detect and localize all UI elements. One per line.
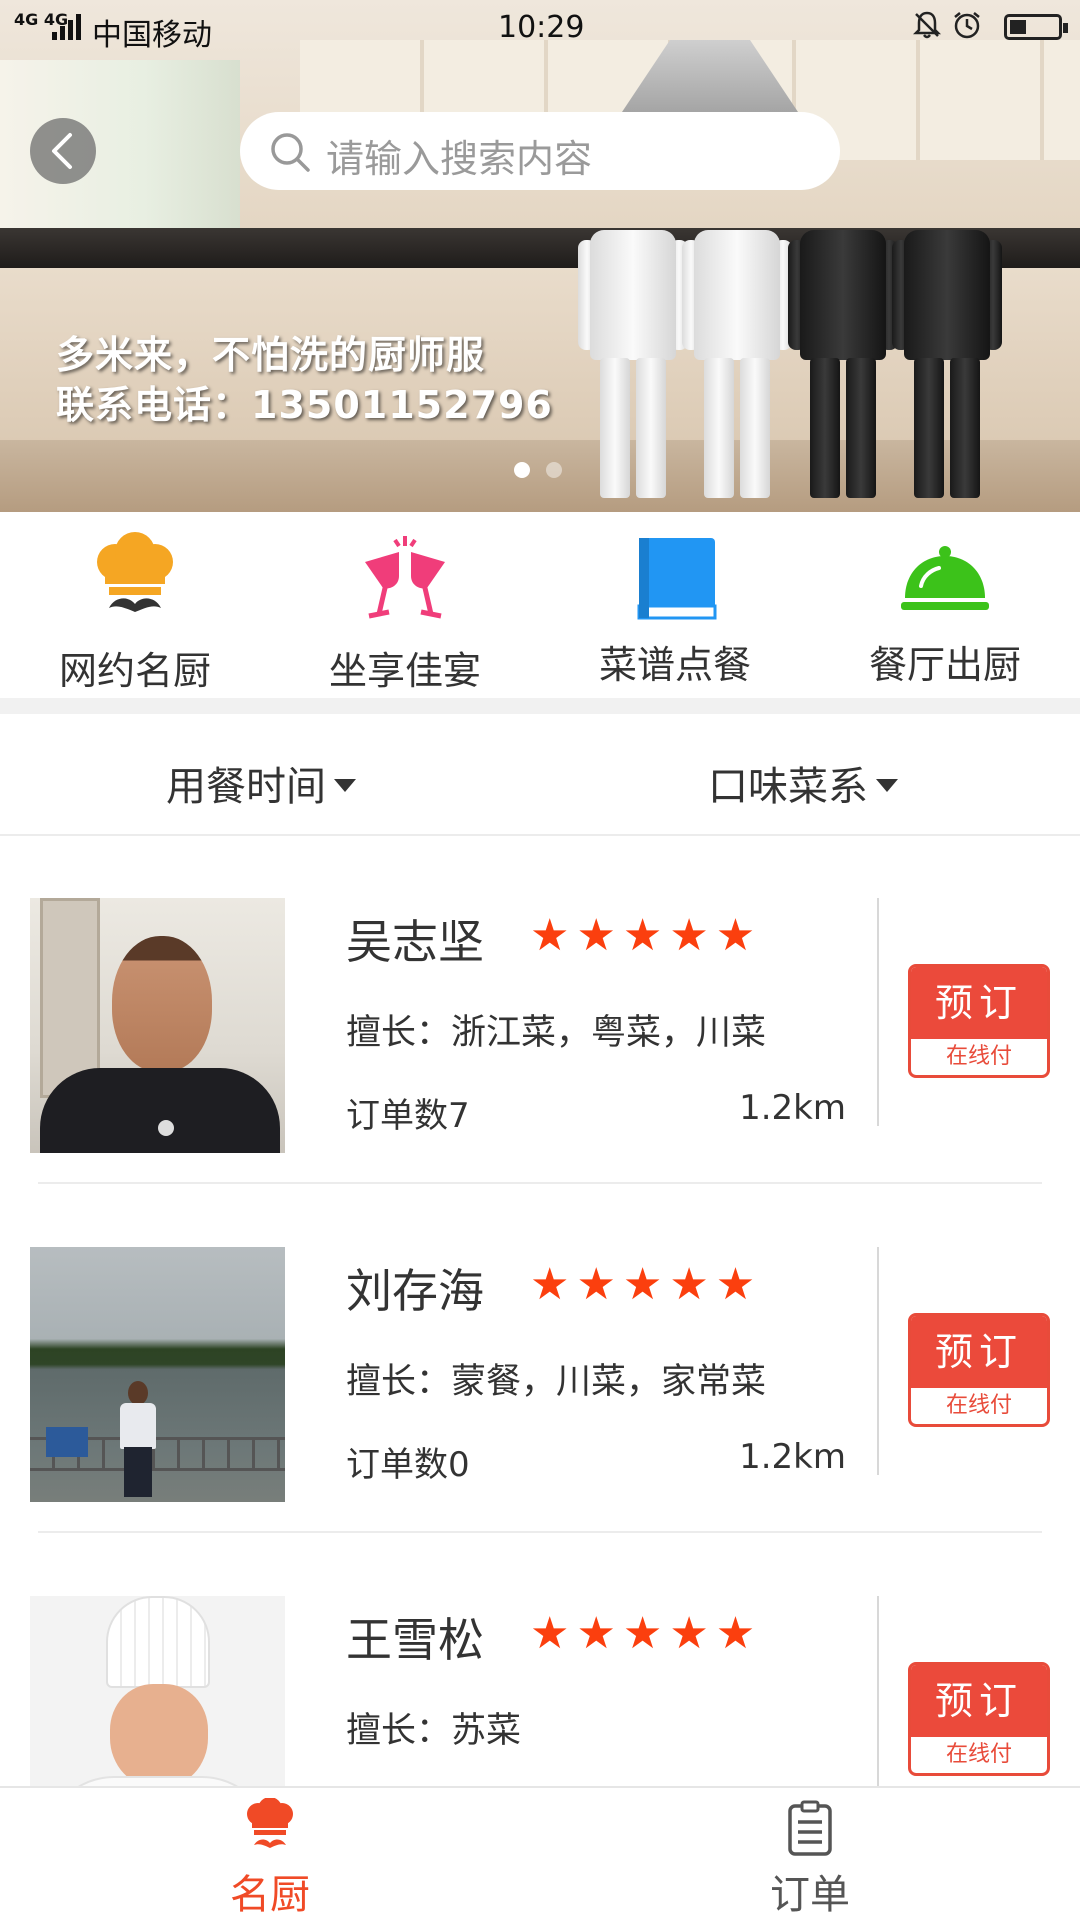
bottom-tab-bar: 名厨 订单 <box>0 1786 1080 1920</box>
chef-distance: 1.2km <box>739 1437 846 1477</box>
tab-label: 订单 <box>770 1872 850 1918</box>
black-chef-uniform-image <box>892 230 1002 500</box>
category-banquet[interactable]: 坐享佳宴 <box>270 512 540 698</box>
category-recipe-order[interactable]: 菜谱点餐 <box>540 512 810 698</box>
signal-icon <box>52 14 82 40</box>
caret-down-icon <box>334 779 356 792</box>
book-button[interactable]: 预订 在线付 <box>908 1662 1050 1776</box>
promo-banner[interactable]: 多米来，不怕洗的厨师服 联系电话：13501152796 <box>0 0 1080 512</box>
pay-online-label: 在线付 <box>945 1044 1012 1069</box>
book-button[interactable]: 预订 在线付 <box>908 1313 1050 1427</box>
category-restaurant-chef[interactable]: 餐厅出厨 <box>810 512 1080 698</box>
alarm-clock-icon <box>952 10 982 47</box>
book-label: 预订 <box>911 1665 1047 1737</box>
chef-specialty: 擅长：蒙餐，川菜，家常菜 <box>346 1362 767 1402</box>
chef-mustache-icon <box>240 1797 300 1858</box>
meal-time-dropdown[interactable]: 用餐时间 <box>166 754 356 812</box>
category-label: 菜谱点餐 <box>598 643 751 687</box>
cuisine-dropdown[interactable]: 口味菜系 <box>708 754 898 812</box>
book-button[interactable]: 预订 在线付 <box>908 964 1050 1078</box>
filter-bar: 用餐时间 口味菜系 <box>0 714 1080 836</box>
chef-name: 刘存海 <box>346 1264 484 1318</box>
cloche-icon <box>895 532 995 632</box>
category-label: 网约名厨 <box>58 649 211 693</box>
chef-name: 吴志坚 <box>346 915 484 969</box>
tab-orders[interactable]: 订单 <box>540 1788 1080 1920</box>
tab-chefs[interactable]: 名厨 <box>0 1788 540 1920</box>
chef-avatar <box>30 898 285 1153</box>
carousel-dot[interactable] <box>546 462 562 478</box>
category-label: 坐享佳宴 <box>328 649 481 693</box>
carrier-name: 中国移动 <box>92 18 212 53</box>
rating-stars: ★★★★★ <box>530 910 763 961</box>
white-chef-uniform-image <box>578 230 688 500</box>
chef-order-count: 订单数0 <box>346 1445 470 1485</box>
search-input[interactable]: 请输入搜索内容 <box>240 112 840 190</box>
banner-slogan: 多米来，不怕洗的厨师服 <box>56 333 486 377</box>
banner-phone: 联系电话：13501152796 <box>56 383 553 427</box>
chef-list-item[interactable]: 吴志坚 ★★★★★ 擅长：浙江菜，粤菜，川菜 订单数7 1.2km 预订 在线付 <box>0 836 1080 1184</box>
vertical-divider <box>877 1247 879 1475</box>
chef-order-count: 订单数7 <box>346 1096 470 1136</box>
pay-online-label: 在线付 <box>945 1393 1012 1418</box>
bell-muted-icon <box>912 10 942 47</box>
pay-online-label: 在线付 <box>945 1742 1012 1767</box>
category-chef-booking[interactable]: 网约名厨 <box>0 512 270 698</box>
black-chef-uniform-image <box>788 230 898 500</box>
chef-specialty: 擅长：苏菜 <box>346 1711 522 1751</box>
carousel-dot-active[interactable] <box>514 462 530 478</box>
white-chef-uniform-image <box>682 230 792 500</box>
section-divider <box>0 698 1080 714</box>
back-button[interactable] <box>30 118 96 184</box>
meal-time-label: 用餐时间 <box>166 764 326 810</box>
cuisine-label: 口味菜系 <box>708 764 868 810</box>
book-label: 预订 <box>911 967 1047 1039</box>
category-row: 网约名厨 坐享佳宴 菜谱点餐 餐厅出厨 <box>0 512 1080 698</box>
battery-icon <box>1004 14 1068 40</box>
book-label: 预订 <box>911 1316 1047 1388</box>
clipboard-icon <box>780 1798 840 1858</box>
chef-avatar <box>30 1247 285 1502</box>
chef-specialty: 擅长：浙江菜，粤菜，川菜 <box>346 1013 767 1053</box>
rating-stars: ★★★★★ <box>530 1608 763 1659</box>
search-icon <box>268 130 312 178</box>
chef-list-item[interactable]: 刘存海 ★★★★★ 擅长：蒙餐，川菜，家常菜 订单数0 1.2km 预订 在线付 <box>0 1185 1080 1533</box>
category-label: 餐厅出厨 <box>868 643 1021 687</box>
tab-label: 名厨 <box>230 1872 310 1918</box>
book-icon <box>625 532 725 632</box>
wine-glasses-icon <box>355 532 455 632</box>
search-placeholder: 请输入搜索内容 <box>326 137 593 181</box>
vertical-divider <box>877 898 879 1126</box>
chef-name: 王雪松 <box>346 1613 484 1667</box>
row-divider <box>38 1182 1042 1184</box>
status-bar: 4G 4G 中国移动 10:29 <box>0 0 1080 56</box>
banner-text: 多米来，不怕洗的厨师服 联系电话：13501152796 <box>56 330 553 430</box>
chef-mustache-icon <box>85 532 185 632</box>
caret-down-icon <box>876 779 898 792</box>
chevron-left-icon <box>52 133 72 169</box>
row-divider <box>38 1531 1042 1533</box>
chef-distance: 1.2km <box>739 1088 846 1128</box>
rating-stars: ★★★★★ <box>530 1259 763 1310</box>
clock: 10:29 <box>498 10 585 45</box>
